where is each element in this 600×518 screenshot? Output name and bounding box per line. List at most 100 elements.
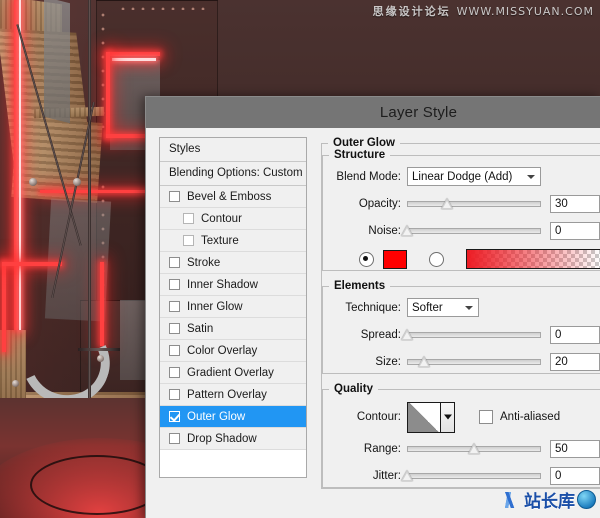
checkbox-icon[interactable]	[169, 323, 180, 334]
styles-list-item-satin[interactable]: Satin	[160, 318, 306, 340]
styles-list-item-inner-shadow[interactable]: Inner Shadow	[160, 274, 306, 296]
styles-list-item-inner-glow[interactable]: Inner Glow	[160, 296, 306, 318]
size-input[interactable]: 20	[550, 353, 600, 371]
size-slider[interactable]	[407, 354, 541, 369]
checkbox-icon[interactable]	[169, 367, 180, 378]
spread-slider[interactable]	[407, 327, 541, 342]
watermark-globe-icon	[577, 490, 596, 509]
opacity-slider-knob[interactable]	[441, 198, 453, 209]
outer-glow-group-label: Outer Glow	[328, 137, 400, 149]
watermark-bottom-text: 站长库	[524, 487, 575, 512]
styles-list-item-label: Gradient Overlay	[187, 367, 274, 379]
opacity-row: Opacity: 30 %	[323, 192, 600, 215]
dialog-titlebar[interactable]: Layer Style	[146, 97, 600, 128]
contour-dropdown-icon[interactable]	[440, 403, 454, 432]
scene-neon-frame-inner	[112, 58, 156, 61]
range-label: Range:	[323, 443, 401, 455]
jitter-slider[interactable]	[407, 468, 541, 483]
checkbox-icon[interactable]	[169, 191, 180, 202]
blend-mode-select[interactable]: Linear Dodge (Add)	[407, 167, 541, 186]
styles-list-item-outer-glow[interactable]: Outer Glow	[160, 406, 306, 428]
glow-color-swatch[interactable]	[383, 250, 407, 269]
styles-list-item-drop-shadow[interactable]: Drop Shadow	[160, 428, 306, 450]
contour-row: Contour: Anti-aliased	[323, 401, 600, 433]
styles-list-item-bevel-emboss[interactable]: Bevel & Emboss	[160, 186, 306, 208]
scene-rivets-c	[118, 2, 208, 10]
scene-neon-horizontal-mid	[40, 190, 150, 193]
styles-list-item-contour[interactable]: Contour	[160, 208, 306, 230]
checkbox-icon[interactable]	[169, 433, 180, 444]
blend-mode-row: Blend Mode: Linear Dodge (Add)	[323, 165, 600, 188]
watermark-swoosh-icon	[496, 492, 522, 508]
checkbox-icon[interactable]	[169, 389, 180, 400]
opacity-slider[interactable]	[407, 196, 541, 211]
watermark-top-url: WWW.MISSYUAN.COM	[457, 5, 594, 18]
checkbox-icon[interactable]	[169, 257, 180, 268]
checkbox-icon[interactable]	[169, 279, 180, 290]
scene-bolt-a	[29, 178, 37, 186]
styles-list-item-label: Inner Glow	[187, 301, 243, 313]
scene-neon-white-left	[19, 0, 21, 330]
elements-group-label: Elements	[329, 280, 390, 292]
noise-input[interactable]: 0	[550, 222, 600, 240]
checkbox-icon[interactable]	[169, 345, 180, 356]
opacity-input[interactable]: 30	[550, 195, 600, 213]
size-label: Size:	[323, 356, 401, 368]
watermark-top: 思缘设计论坛WWW.MISSYUAN.COM	[373, 3, 594, 19]
range-input[interactable]: 50	[550, 440, 600, 458]
scene-gray-plate-a	[44, 0, 70, 123]
scene-neon-vertical-left	[14, 0, 18, 330]
styles-list-item-stroke[interactable]: Stroke	[160, 252, 306, 274]
checkbox-icon[interactable]	[169, 411, 180, 422]
scene-floor-ellipse	[30, 455, 164, 515]
checkbox-icon[interactable]	[169, 301, 180, 312]
contour-picker[interactable]	[407, 402, 455, 433]
noise-slider[interactable]	[407, 223, 541, 238]
spread-label: Spread:	[323, 329, 401, 341]
quality-group-label: Quality	[329, 383, 378, 395]
jitter-slider-track	[407, 473, 541, 479]
range-slider-knob[interactable]	[468, 443, 480, 454]
styles-list-item-label: Color Overlay	[187, 345, 257, 357]
opacity-label: Opacity:	[323, 198, 401, 210]
styles-list-item-pattern-overlay[interactable]: Pattern Overlay	[160, 384, 306, 406]
noise-slider-knob[interactable]	[401, 225, 413, 236]
technique-value: Softer	[412, 302, 443, 314]
chevron-down-icon	[527, 175, 535, 179]
gradient-preview	[467, 250, 600, 268]
spread-input[interactable]: 0	[550, 326, 600, 344]
spread-slider-knob[interactable]	[401, 329, 413, 340]
range-slider[interactable]	[407, 441, 541, 456]
noise-label: Noise:	[323, 225, 401, 237]
checkbox-icon[interactable]	[183, 213, 194, 224]
blending-options-item[interactable]: Blending Options: Custom	[160, 162, 306, 186]
anti-aliased-label: Anti-aliased	[500, 411, 560, 423]
contour-label: Contour:	[323, 411, 401, 423]
gradient-picker[interactable]	[466, 249, 600, 269]
scene-neon-frame-top	[108, 52, 160, 56]
styles-list-item-color-overlay[interactable]: Color Overlay	[160, 340, 306, 362]
gradient-radio[interactable]	[429, 252, 444, 267]
scene-neon-panel-right	[100, 262, 104, 346]
size-slider-knob[interactable]	[418, 356, 430, 367]
styles-list-item-texture[interactable]: Texture	[160, 230, 306, 252]
anti-aliased-box-icon	[479, 410, 493, 424]
elements-group: Elements Technique: Softer Spread:	[322, 280, 600, 374]
technique-select[interactable]: Softer	[407, 298, 479, 317]
styles-panel: Styles Blending Options: Custom Bevel & …	[159, 137, 307, 478]
solid-color-radio[interactable]	[359, 252, 374, 267]
jitter-input[interactable]: 0	[550, 467, 600, 485]
size-row: Size: 20 px	[323, 350, 600, 373]
technique-label: Technique:	[323, 302, 401, 314]
jitter-slider-knob[interactable]	[401, 470, 413, 481]
blend-mode-label: Blend Mode:	[323, 171, 401, 183]
anti-aliased-checkbox[interactable]: Anti-aliased	[479, 410, 560, 424]
layer-style-dialog: Layer Style Styles Blending Options: Cus…	[145, 96, 600, 518]
dialog-body: Styles Blending Options: Custom Bevel & …	[146, 128, 600, 518]
scene-rod-horizontal	[78, 348, 120, 351]
technique-row: Technique: Softer	[323, 296, 600, 319]
scene-bolt-d	[12, 380, 19, 387]
checkbox-icon[interactable]	[183, 235, 194, 246]
scene-neon-lower-top	[2, 262, 62, 266]
styles-list-item-gradient-overlay[interactable]: Gradient Overlay	[160, 362, 306, 384]
